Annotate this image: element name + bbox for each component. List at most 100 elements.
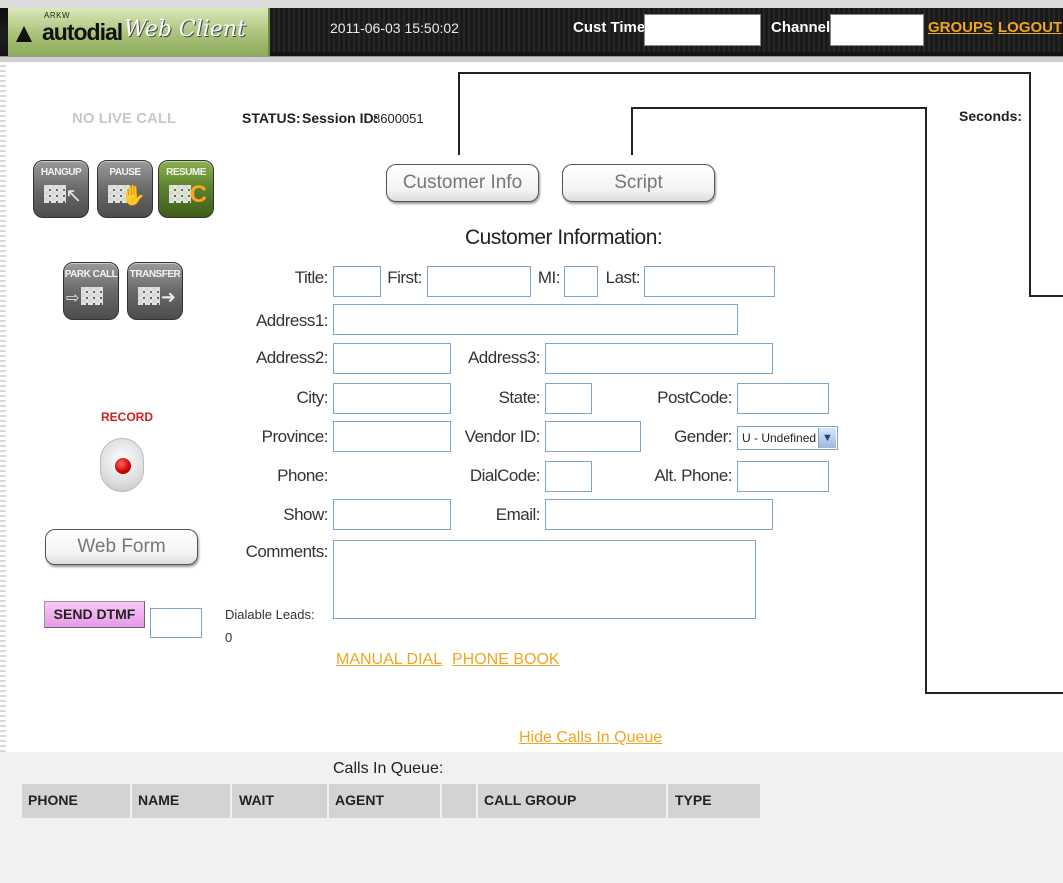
dtmf-field[interactable] <box>150 608 202 638</box>
queue-table-header <box>22 784 760 818</box>
middle-initial-field[interactable] <box>564 266 598 297</box>
column-divider <box>476 784 478 818</box>
calls-in-queue-title: Calls In Queue: <box>333 760 444 777</box>
column-divider <box>130 784 132 818</box>
column-header-type: TYPE <box>675 792 712 808</box>
channel-label: Channel: <box>771 19 836 36</box>
chevron-down-icon[interactable]: ▼ <box>818 428 836 448</box>
gender-selected-value: U - Undefined <box>742 431 817 445</box>
column-divider <box>440 784 442 818</box>
status-label: STATUS: <box>242 110 301 126</box>
column-header-wait: WAIT <box>239 792 274 808</box>
connector-line <box>1029 295 1063 297</box>
tab-customer-info[interactable]: Customer Info <box>386 164 539 202</box>
postcode-label: PostCode: <box>657 388 732 407</box>
gender-label: Gender: <box>674 427 732 446</box>
province-label: Province: <box>261 427 329 446</box>
show-field[interactable] <box>333 499 451 530</box>
transfer-label: TRANSFER <box>129 269 181 280</box>
first-name-label: First: <box>387 268 422 287</box>
title-label: Title: <box>294 268 329 287</box>
column-header-phone: PHONE <box>28 792 78 808</box>
dialcode-label: DialCode: <box>469 466 541 485</box>
phone-book-link[interactable]: PHONE BOOK <box>452 651 560 669</box>
record-button[interactable] <box>100 438 144 492</box>
address2-label: Address2: <box>255 348 329 367</box>
hangup-button[interactable]: HANGUP ↖ <box>33 160 89 218</box>
comments-label: Comments: <box>245 542 329 561</box>
dialable-leads-count: 0 <box>225 630 233 645</box>
address3-field[interactable] <box>545 343 773 374</box>
city-field[interactable] <box>333 383 451 414</box>
dialcode-field[interactable] <box>545 461 592 492</box>
connector-line <box>925 107 927 694</box>
form-title: Customer Information: <box>465 226 663 249</box>
left-dotted-border <box>0 62 6 752</box>
groups-link[interactable]: GROUPS <box>928 19 993 36</box>
phone-label: Phone: <box>277 466 328 485</box>
header-bottom-border <box>0 56 1063 62</box>
alt-phone-label: Alt. Phone: <box>654 466 732 485</box>
logo-brand: autodial <box>42 19 123 45</box>
email-field[interactable] <box>545 499 773 530</box>
resume-label: RESUME <box>166 167 206 178</box>
transfer-button[interactable]: TRANSFER ➜ <box>127 262 183 320</box>
address3-label: Address3: <box>467 348 541 367</box>
state-label: State: <box>498 388 541 407</box>
last-name-field[interactable] <box>644 266 775 297</box>
park-call-button[interactable]: PARK CALL ⇨ <box>63 262 119 320</box>
resume-button[interactable]: RESUME C <box>158 160 214 218</box>
pause-button[interactable]: PAUSE ✋ <box>97 160 153 218</box>
logo-triangle-icon <box>16 26 32 42</box>
record-label: RECORD <box>101 410 154 424</box>
address1-label: Address1: <box>255 311 329 330</box>
vendor-id-label: Vendor ID: <box>464 427 541 446</box>
column-divider <box>666 784 668 818</box>
title-field[interactable] <box>333 266 381 297</box>
connector-line <box>458 72 1031 74</box>
cust-time-field[interactable] <box>644 14 761 46</box>
hangup-label: HANGUP <box>40 167 82 178</box>
province-field[interactable] <box>333 421 451 452</box>
dialable-leads-label: Dialable Leads: <box>225 607 315 622</box>
address2-field[interactable] <box>333 343 451 374</box>
column-header-agent: AGENT <box>335 792 384 808</box>
keypad-icon <box>138 287 160 305</box>
city-label: City: <box>296 388 329 407</box>
send-dtmf-button[interactable]: SEND DTMF <box>44 601 145 628</box>
column-divider <box>327 784 329 818</box>
vendor-id-field[interactable] <box>545 421 641 452</box>
gender-select[interactable]: U - Undefined ▼ <box>737 426 838 450</box>
call-state-indicator: NO LIVE CALL <box>72 110 177 127</box>
hide-calls-in-queue-link[interactable]: Hide Calls In Queue <box>519 729 662 747</box>
column-header-call-group: CALL GROUP <box>484 792 577 808</box>
first-name-field[interactable] <box>427 266 531 297</box>
connector-line <box>631 107 927 109</box>
alt-phone-field[interactable] <box>737 461 829 492</box>
tab-script[interactable]: Script <box>562 164 715 202</box>
connector-line <box>925 692 1063 694</box>
park-call-label: PARK CALL <box>64 269 118 280</box>
resume-arrow-icon: C <box>189 181 207 208</box>
middle-initial-label: MI: <box>537 268 561 287</box>
channel-field[interactable] <box>830 14 924 46</box>
manual-dial-link[interactable]: MANUAL DIAL <box>336 651 442 669</box>
column-header-name: NAME <box>138 792 180 808</box>
web-form-button[interactable]: Web Form <box>45 529 198 565</box>
address1-field[interactable] <box>333 304 738 335</box>
comments-field[interactable] <box>333 540 756 619</box>
connector-line <box>458 72 460 155</box>
record-icon <box>115 458 131 474</box>
connector-line <box>631 107 633 155</box>
postcode-field[interactable] <box>737 383 829 414</box>
keypad-icon <box>44 185 66 203</box>
state-field[interactable] <box>545 383 592 414</box>
logout-link[interactable]: LOGOUT <box>998 19 1062 36</box>
hangup-icon: ↖ <box>65 185 82 207</box>
cust-time-label: Cust Time: <box>573 19 651 36</box>
keypad-icon <box>169 185 191 203</box>
park-arrows-icon: ⇨ <box>66 290 80 307</box>
keypad-icon <box>81 287 103 305</box>
pause-label: PAUSE <box>109 167 141 178</box>
hand-icon: ✋ <box>121 185 146 207</box>
